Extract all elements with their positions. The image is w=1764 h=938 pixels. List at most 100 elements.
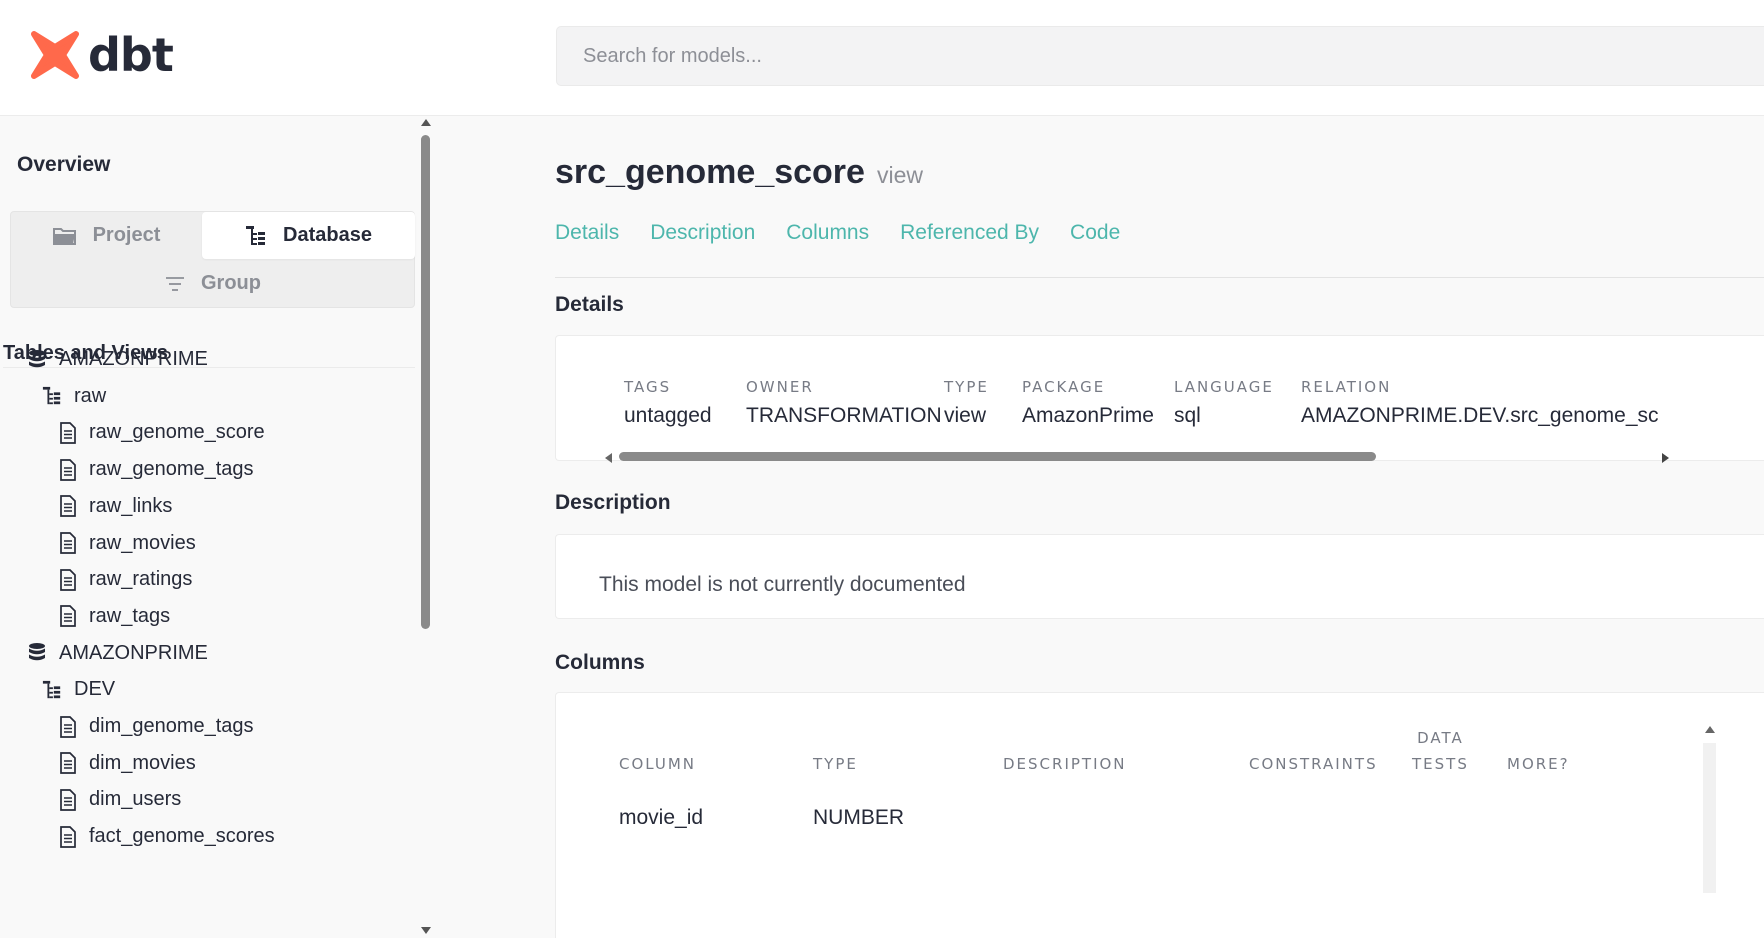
tree-item-label: DEV bbox=[74, 678, 116, 701]
tree-model-item[interactable]: raw_links bbox=[59, 495, 172, 518]
detail-label: LANGUAGE bbox=[1174, 378, 1274, 396]
column-header-constraints: CONSTRAINTS bbox=[1249, 755, 1378, 773]
tree-item-label: AMAZONPRIME bbox=[59, 641, 208, 664]
details-card: TAGS untagged OWNER TRANSFORMATION TYPE … bbox=[555, 335, 1764, 463]
document-icon bbox=[59, 715, 77, 738]
scroll-down-arrow-icon[interactable] bbox=[421, 927, 431, 934]
database-icon bbox=[27, 642, 47, 664]
document-icon bbox=[59, 422, 77, 444]
tree-item-label: raw_genome_score bbox=[89, 421, 265, 444]
columns-card: COLUMN TYPE DESCRIPTION CONSTRAINTS DATA… bbox=[555, 692, 1764, 938]
tree-item-label: raw_movies bbox=[89, 531, 196, 554]
column-header-type: TYPE bbox=[813, 755, 858, 773]
detail-value: view bbox=[944, 404, 987, 427]
details-scroll-thumb[interactable] bbox=[619, 452, 1376, 461]
schema-tree-icon bbox=[42, 386, 62, 406]
schema-tree-icon bbox=[42, 680, 62, 700]
database-tab[interactable]: Database bbox=[202, 212, 415, 259]
column-header-data-tests-line1: DATA bbox=[1417, 729, 1464, 747]
tree-model-item[interactable]: raw_ratings bbox=[59, 568, 192, 591]
schema-tree-icon bbox=[246, 225, 266, 245]
tab-referenced-by[interactable]: Referenced By bbox=[900, 221, 1039, 245]
tab-code[interactable]: Code bbox=[1070, 221, 1120, 245]
group-tab-label: Group bbox=[201, 272, 261, 294]
tree-item-label: raw_genome_tags bbox=[89, 458, 254, 481]
tab-columns[interactable]: Columns bbox=[786, 221, 869, 245]
column-header-description: DESCRIPTION bbox=[1003, 755, 1127, 773]
view-switcher: Project Database Group bbox=[10, 211, 415, 308]
detail-owner: OWNER TRANSFORMATION bbox=[746, 378, 942, 428]
detail-tags: TAGS untagged bbox=[624, 378, 712, 428]
column-header-data-tests: DATA TESTS bbox=[1412, 725, 1469, 777]
dbt-logo[interactable]: dbt bbox=[30, 27, 174, 83]
folder-icon bbox=[52, 227, 76, 245]
detail-value: AmazonPrime bbox=[1022, 404, 1154, 427]
scroll-left-arrow-icon[interactable] bbox=[605, 453, 612, 463]
column-type-cell: NUMBER bbox=[813, 806, 905, 829]
database-tab-label: Database bbox=[283, 224, 372, 246]
tree-model-item[interactable]: dim_genome_tags bbox=[59, 715, 254, 738]
description-heading: Description bbox=[555, 491, 671, 514]
tab-details[interactable]: Details bbox=[555, 221, 619, 245]
sidebar-scroll-thumb[interactable] bbox=[421, 135, 430, 629]
overview-link[interactable]: Overview bbox=[17, 153, 110, 177]
search-input[interactable] bbox=[556, 26, 1764, 86]
dbt-logo-icon bbox=[31, 31, 79, 79]
tree-item-label: dim_genome_tags bbox=[89, 715, 254, 737]
tree-model-item[interactable]: raw_movies bbox=[59, 532, 196, 555]
model-title: src_genome_score view bbox=[555, 153, 923, 192]
divider bbox=[555, 277, 1764, 278]
column-header-data-tests-line2: TESTS bbox=[1412, 755, 1469, 773]
detail-label: OWNER bbox=[746, 378, 814, 396]
model-name: src_genome_score bbox=[555, 153, 865, 191]
columns-scrollbar[interactable] bbox=[1703, 743, 1716, 893]
group-tab[interactable]: Group bbox=[11, 260, 415, 307]
column-name-cell[interactable]: movie_id bbox=[619, 806, 703, 830]
detail-language: LANGUAGE sql bbox=[1174, 378, 1274, 428]
tree-item-label: fact_genome_scores bbox=[89, 825, 275, 848]
tree-model-item[interactable]: raw_genome_score bbox=[59, 421, 265, 444]
detail-label: TAGS bbox=[624, 378, 672, 396]
scroll-up-arrow-icon[interactable] bbox=[1705, 726, 1715, 733]
column-header-more: MORE? bbox=[1507, 755, 1570, 773]
scroll-up-arrow-icon[interactable] bbox=[421, 119, 431, 126]
tree-schema-item[interactable]: raw bbox=[42, 385, 106, 408]
tree-model-item[interactable]: dim_users bbox=[59, 788, 181, 811]
document-icon bbox=[59, 532, 77, 554]
tree-database-item[interactable]: AMAZONPRIME bbox=[27, 348, 208, 371]
tree-model-item[interactable]: dim_movies bbox=[59, 752, 196, 775]
tree-schema-item[interactable]: DEV bbox=[42, 678, 115, 701]
tree-model-item[interactable]: raw_tags bbox=[59, 605, 170, 628]
project-tab[interactable]: Project bbox=[11, 212, 202, 259]
tab-description[interactable]: Description bbox=[650, 221, 755, 245]
filter-icon bbox=[166, 276, 184, 291]
column-header-column: COLUMN bbox=[619, 755, 697, 773]
tree-item-label: raw_ratings bbox=[89, 568, 193, 591]
detail-relation: RELATION AMAZONPRIME.DEV.src_genome_sc bbox=[1301, 378, 1659, 428]
main-content: src_genome_score view Details Descriptio… bbox=[432, 117, 1764, 938]
document-icon bbox=[59, 605, 77, 628]
description-card: This model is not currently documented bbox=[555, 534, 1764, 619]
detail-value: AMAZONPRIME.DEV.src_genome_sc bbox=[1301, 404, 1659, 427]
tree-item-label: raw bbox=[74, 384, 107, 407]
detail-value: TRANSFORMATION bbox=[746, 404, 942, 427]
document-icon bbox=[59, 789, 77, 811]
detail-label: RELATION bbox=[1301, 378, 1392, 396]
logo-text: dbt bbox=[88, 28, 174, 82]
detail-value: untagged bbox=[624, 404, 712, 427]
document-icon bbox=[59, 752, 77, 775]
description-text: This model is not currently documented bbox=[599, 573, 966, 596]
tree-model-item[interactable]: fact_genome_scores bbox=[59, 825, 275, 848]
tree-database-item[interactable]: AMAZONPRIME bbox=[27, 642, 208, 665]
database-icon bbox=[27, 349, 47, 371]
detail-package: PACKAGE AmazonPrime bbox=[1022, 378, 1154, 428]
project-tab-label: Project bbox=[92, 224, 161, 246]
detail-label: PACKAGE bbox=[1022, 378, 1106, 396]
scroll-right-arrow-icon[interactable] bbox=[1662, 453, 1669, 463]
detail-type: TYPE view bbox=[944, 378, 989, 428]
sidebar: Overview Project Database Group Tables a… bbox=[0, 117, 420, 938]
top-header: dbt bbox=[0, 0, 1764, 116]
document-icon bbox=[59, 568, 77, 591]
tree-model-item[interactable]: raw_genome_tags bbox=[59, 458, 254, 481]
section-tabs: Details Description Columns Referenced B… bbox=[555, 221, 1151, 245]
